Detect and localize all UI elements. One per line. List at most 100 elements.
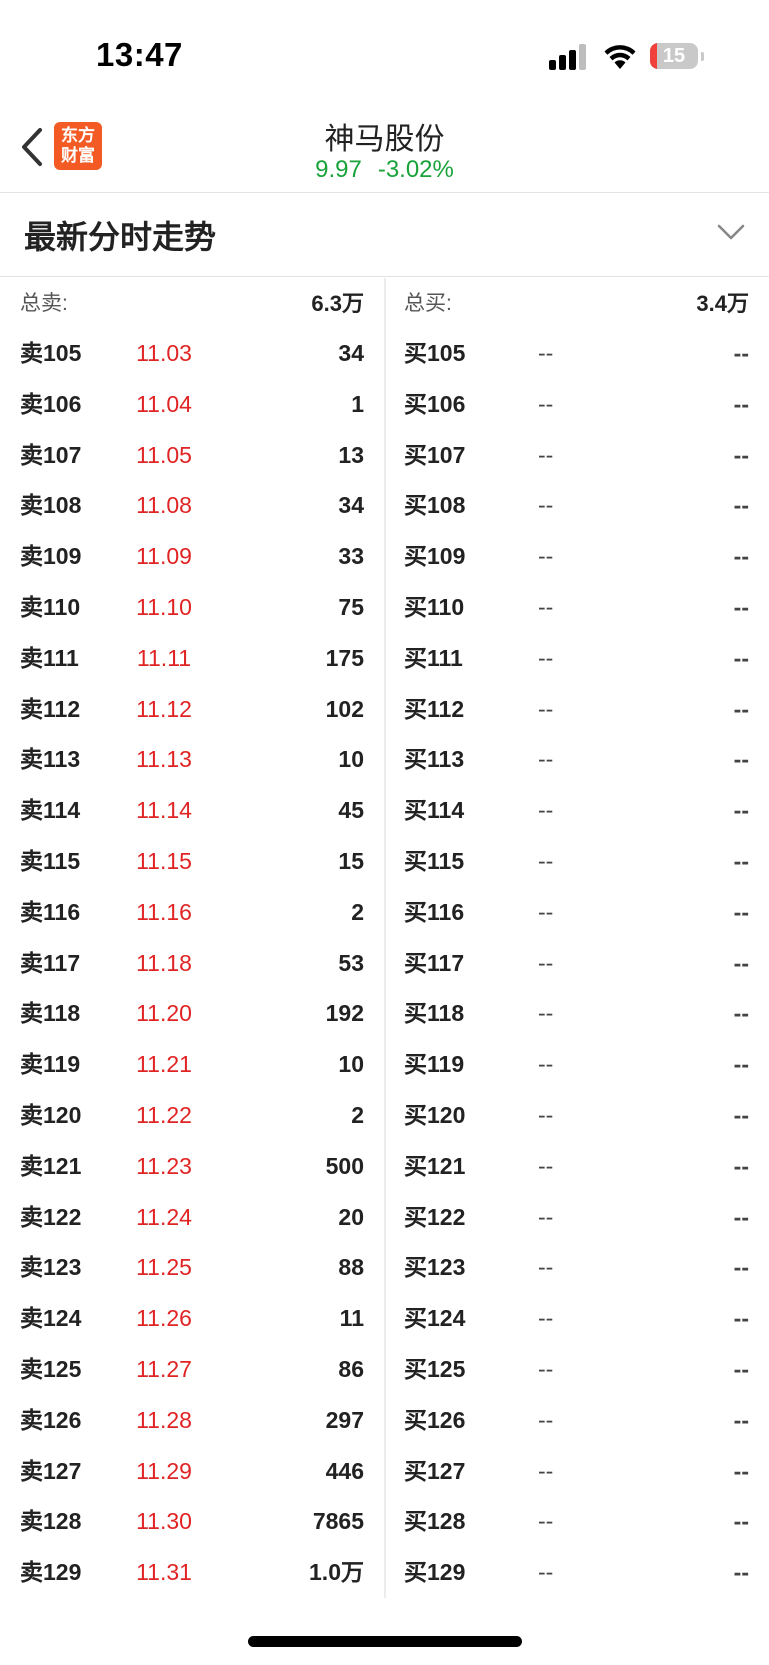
buy-level-label: 买116 [404, 898, 465, 925]
buy-volume: -- [733, 1203, 749, 1230]
buy-volume: -- [733, 1457, 749, 1484]
order-row: 卖114 11.14 45 买114 -- -- [0, 785, 769, 836]
sell-volume: 175 [325, 644, 364, 671]
sell-level-label: 卖126 [20, 1406, 82, 1433]
sell-level-label: 卖121 [20, 1152, 82, 1179]
sell-price: 11.10 [136, 593, 192, 620]
order-row: 卖126 11.28 297 买126 -- -- [0, 1395, 769, 1446]
buy-level-label: 买127 [404, 1457, 466, 1484]
buy-level-label: 买117 [404, 949, 465, 976]
buy-level-label: 买124 [404, 1305, 466, 1332]
buy-level-label: 买118 [404, 1000, 465, 1027]
chevron-down-icon[interactable] [716, 220, 746, 244]
buy-volume: -- [733, 593, 749, 620]
buy-level-label: 买126 [404, 1406, 466, 1433]
section-title[interactable]: 最新分时走势 [24, 212, 216, 258]
buy-level-label: 买108 [404, 492, 466, 519]
buy-level-label: 买121 [404, 1152, 466, 1179]
sell-level-label: 卖129 [20, 1559, 82, 1586]
buy-volume: -- [733, 1254, 749, 1281]
order-row: 卖113 11.13 10 买113 -- -- [0, 734, 769, 785]
buy-price: -- [538, 1559, 554, 1586]
buy-price: -- [538, 1355, 554, 1382]
buy-price: -- [538, 1203, 554, 1230]
order-row: 卖129 11.31 1.0万 买129 -- -- [0, 1547, 769, 1598]
buy-level-label: 买125 [404, 1355, 466, 1382]
stock-name: 神马股份 [324, 123, 445, 156]
buy-total-label: 总买: [404, 292, 452, 315]
order-row: 卖124 11.26 11 买124 -- -- [0, 1293, 769, 1344]
sell-price: 11.18 [136, 949, 192, 976]
sell-level-label: 卖108 [20, 492, 82, 519]
buy-level-label: 买107 [404, 441, 466, 468]
buy-price: -- [538, 492, 554, 519]
sell-volume: 75 [338, 593, 364, 620]
sell-total-label: 总卖: [20, 292, 68, 315]
sell-level-label: 卖116 [20, 898, 81, 925]
sell-volume: 2 [351, 898, 364, 925]
stock-price: 9.97 [315, 156, 362, 183]
sell-price: 11.04 [136, 390, 192, 417]
sell-volume: 1.0万 [309, 1559, 364, 1586]
header-divider [0, 192, 769, 193]
sell-volume: 297 [325, 1406, 364, 1433]
order-row: 卖116 11.16 2 买116 -- -- [0, 887, 769, 938]
sell-level-label: 卖113 [20, 746, 81, 773]
order-row: 卖120 11.22 2 买120 -- -- [0, 1090, 769, 1141]
buy-volume: -- [733, 1101, 749, 1128]
status-time: 13:47 [96, 36, 183, 73]
buy-volume: -- [733, 1305, 749, 1332]
battery-percent: 15 [662, 45, 686, 67]
buy-price: -- [538, 644, 554, 671]
sell-price: 11.08 [136, 492, 192, 519]
sell-volume: 33 [338, 543, 364, 570]
sell-volume: 1 [351, 390, 364, 417]
sell-level-label: 卖128 [20, 1508, 82, 1535]
buy-volume: -- [733, 847, 749, 874]
buy-price: -- [538, 1152, 554, 1179]
buy-price: -- [538, 949, 554, 976]
buy-volume: -- [733, 746, 749, 773]
buy-level-label: 买119 [404, 1051, 465, 1078]
order-row: 卖108 11.08 34 买108 -- -- [0, 480, 769, 531]
buy-volume: -- [733, 644, 749, 671]
buy-price: -- [538, 1508, 554, 1535]
sell-price: 11.21 [136, 1051, 192, 1078]
order-row: 卖107 11.05 13 买107 -- -- [0, 430, 769, 481]
buy-volume: -- [733, 1051, 749, 1078]
buy-volume: -- [733, 1000, 749, 1027]
buy-price: -- [538, 1406, 554, 1433]
buy-volume: -- [733, 797, 749, 824]
sell-level-label: 卖127 [20, 1457, 82, 1484]
order-row: 卖122 11.24 20 买122 -- -- [0, 1192, 769, 1243]
buy-price: -- [538, 1101, 554, 1128]
buy-volume: -- [733, 543, 749, 570]
sell-volume: 15 [338, 847, 364, 874]
sell-price: 11.09 [136, 543, 192, 570]
order-row: 卖110 11.10 75 买110 -- -- [0, 582, 769, 633]
buy-volume: -- [733, 1508, 749, 1535]
order-rows: 卖105 11.03 34 买105 -- -- 卖106 11.04 1 买106 -- -- 卖10… [0, 328, 769, 1598]
buy-price: -- [538, 797, 554, 824]
sell-level-label: 卖123 [20, 1254, 82, 1281]
order-row: 卖127 11.29 446 买127 -- -- [0, 1446, 769, 1497]
sell-volume: 102 [325, 695, 364, 722]
stock-quote: 9.97 -3.02% [0, 156, 769, 184]
sell-volume: 34 [338, 340, 364, 366]
buy-level-label: 买113 [404, 746, 465, 773]
sell-volume: 446 [325, 1457, 364, 1484]
sell-level-label: 卖117 [20, 949, 81, 976]
home-indicator[interactable] [248, 1636, 522, 1647]
buy-level-label: 买115 [404, 847, 465, 874]
sell-price: 11.28 [136, 1406, 192, 1433]
buy-price: -- [538, 441, 554, 468]
order-book: 总卖: 6.3万 总买: 3.4万 卖105 11.03 34 买105 -- -- 卖10… [0, 280, 769, 1598]
buy-level-label: 买114 [404, 797, 465, 824]
sell-volume: 10 [338, 746, 364, 773]
sell-price: 11.03 [136, 340, 192, 366]
sell-price: 11.13 [136, 746, 192, 773]
buy-level-label: 买128 [404, 1508, 466, 1535]
sell-volume: 192 [325, 1000, 364, 1027]
buy-price: -- [538, 898, 554, 925]
order-row: 卖117 11.18 53 买117 -- -- [0, 938, 769, 989]
